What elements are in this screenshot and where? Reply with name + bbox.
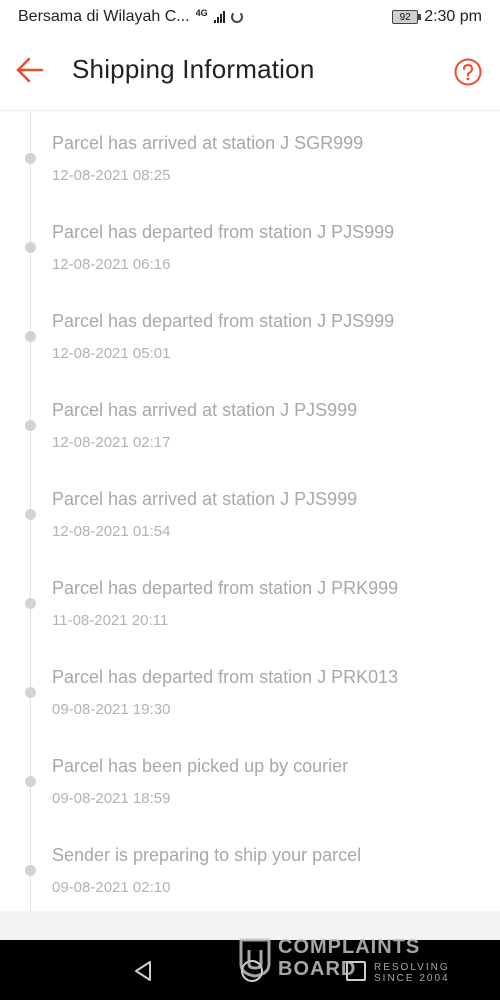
- watermark-tagline1: RESOLVING: [374, 962, 450, 973]
- tracking-timeline: Parcel has arrived at station J SGR999 1…: [0, 111, 500, 911]
- timeline-dot: [25, 509, 36, 520]
- watermark-line1: COMPLAINTS: [278, 936, 421, 958]
- page-title: Shipping Information: [72, 54, 315, 84]
- timeline-entry: Parcel has departed from station J PJS99…: [0, 200, 500, 289]
- timeline-dot: [25, 153, 36, 164]
- entry-status: Parcel has arrived at station J PJS999: [52, 400, 358, 420]
- timeline-entry: Parcel has departed from station J PRK01…: [0, 645, 500, 734]
- timeline-entry: Parcel has departed from station J PJS99…: [0, 289, 500, 378]
- entry-timestamp: 09-08-2021 02:10: [52, 879, 171, 896]
- timeline-entry: Parcel has departed from station J PRK99…: [0, 556, 500, 645]
- timeline-entry: Parcel has been picked up by courier 09-…: [0, 734, 500, 823]
- entry-timestamp: 12-08-2021 01:54: [52, 523, 171, 540]
- clock: 2:30 pm: [424, 8, 482, 25]
- entry-timestamp: 12-08-2021 05:01: [52, 345, 171, 362]
- status-right: 92 2:30 pm: [392, 8, 482, 26]
- app-header: Shipping Information: [0, 36, 500, 111]
- timeline-entry: Sender is preparing to ship your parcel …: [0, 823, 500, 912]
- status-left: Bersama di Wilayah C... 4G: [18, 8, 243, 26]
- entry-timestamp: 09-08-2021 18:59: [52, 790, 171, 807]
- entry-status: Parcel has departed from station J PRK01…: [52, 667, 399, 687]
- timeline-dot: [25, 420, 36, 431]
- entry-timestamp: 12-08-2021 02:17: [52, 434, 171, 451]
- entry-status: Parcel has arrived at station J SGR999: [52, 133, 364, 153]
- entry-timestamp: 11-08-2021 20:11: [52, 612, 169, 629]
- entry-timestamp: 12-08-2021 08:25: [52, 167, 171, 184]
- carrier-name: Bersama di Wilayah C...: [18, 8, 190, 25]
- timeline-entry: Parcel has arrived at station J PJS999 1…: [0, 467, 500, 556]
- entry-status: Parcel has departed from station J PRK99…: [52, 578, 399, 598]
- entry-status: Parcel has departed from station J PJS99…: [52, 222, 395, 242]
- battery-icon: 92: [392, 10, 422, 24]
- network-type: 4G: [195, 8, 208, 18]
- entry-timestamp: 12-08-2021 06:16: [52, 256, 171, 273]
- timeline-entry: Parcel has arrived at station J SGR999 1…: [0, 111, 500, 200]
- timeline-dot: [25, 598, 36, 609]
- entry-timestamp: 09-08-2021 19:30: [52, 701, 171, 718]
- question-circle-icon[interactable]: [454, 58, 482, 86]
- watermark: COMPLAINTS BOARD RESOLVING SINCE 2004: [238, 936, 453, 984]
- timeline-dot: [25, 242, 36, 253]
- sync-icon: [230, 11, 243, 23]
- watermark-line2: BOARD: [278, 958, 357, 980]
- entry-status: Parcel has arrived at station J PJS999: [52, 489, 358, 509]
- timeline-dot: [25, 865, 36, 876]
- watermark-tagline2: SINCE 2004: [374, 973, 450, 984]
- timeline-dot: [25, 776, 36, 787]
- timeline-dot: [25, 687, 36, 698]
- status-bar: Bersama di Wilayah C... 4G 92 2:30 pm: [0, 0, 500, 36]
- timeline-dot: [25, 331, 36, 342]
- entry-status: Parcel has departed from station J PJS99…: [52, 311, 395, 331]
- signal-icon: [213, 11, 225, 23]
- nav-back-icon[interactable]: [132, 960, 154, 982]
- entry-status: Parcel has been picked up by courier: [52, 756, 349, 776]
- battery-level: 92: [399, 11, 411, 23]
- timeline-entry: Parcel has arrived at station J PJS999 1…: [0, 378, 500, 467]
- complaints-board-logo: [239, 938, 271, 978]
- entry-status: Sender is preparing to ship your parcel: [52, 845, 362, 865]
- arrow-left-icon[interactable]: [14, 54, 46, 86]
